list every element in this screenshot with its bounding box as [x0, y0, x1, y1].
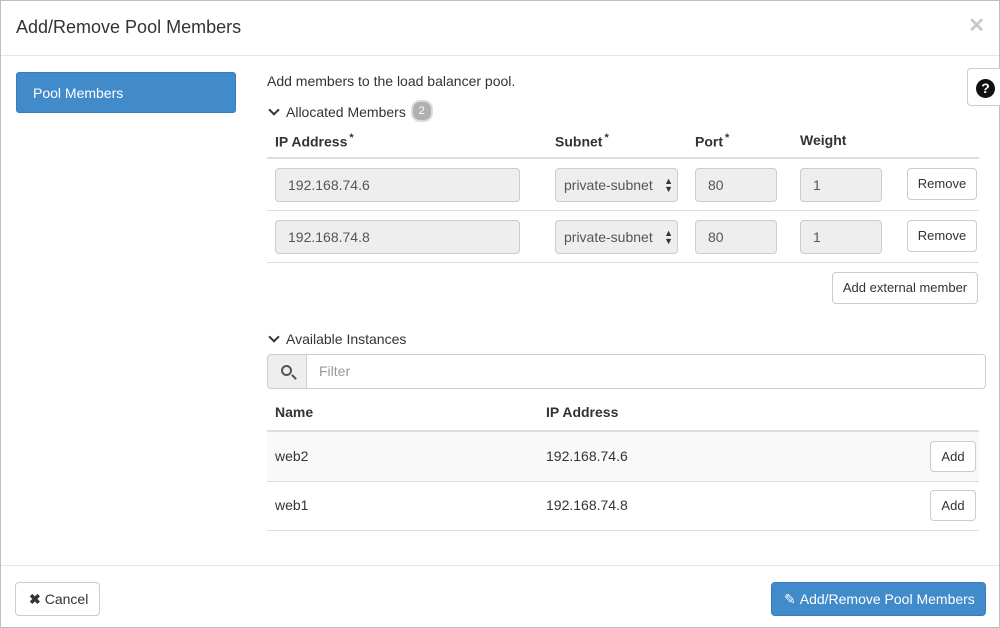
- search-icon: [281, 365, 292, 376]
- close-icon[interactable]: ✕: [968, 13, 985, 38]
- filter-input[interactable]: Filter: [306, 354, 986, 389]
- instance-name: web2: [275, 448, 309, 464]
- add-external-member-button[interactable]: Add external member: [832, 272, 978, 304]
- col-header-port: Port *: [695, 132, 730, 150]
- member-subnet-select[interactable]: private-subnet ▲ ▼: [555, 220, 678, 254]
- select-arrows-icon: ▲ ▼: [664, 176, 673, 194]
- cancel-button[interactable]: ✖ Cancel: [15, 582, 100, 616]
- member-port-field[interactable]: 80: [695, 168, 777, 202]
- modal-header: Add/Remove Pool Members ✕: [1, 1, 999, 56]
- member-ip-field[interactable]: 192.168.74.8: [275, 220, 520, 254]
- instance-ip: 192.168.74.6: [546, 448, 628, 464]
- cancel-label: Cancel: [44, 591, 89, 607]
- submit-button[interactable]: ✎ Add/Remove Pool Members: [771, 582, 986, 616]
- col-header-ip: IP Address *: [275, 132, 354, 150]
- add-instance-button[interactable]: Add: [930, 441, 976, 472]
- add-instance-button[interactable]: Add: [930, 490, 976, 521]
- select-arrows-icon: ▲ ▼: [664, 228, 673, 246]
- table-row: web1 192.168.74.8 Add: [267, 482, 979, 531]
- col-header-weight: Weight: [800, 132, 847, 148]
- member-row: 192.168.74.8 private-subnet ▲ ▼ 80 1 Remo…: [267, 211, 979, 263]
- step-pool-members[interactable]: Pool Members: [16, 72, 236, 113]
- intro-text: Add members to the load balancer pool.: [267, 73, 516, 89]
- chevron-down-icon: [268, 104, 280, 116]
- pencil-icon: ✎: [784, 591, 796, 607]
- instance-ip: 192.168.74.8: [546, 497, 628, 513]
- instance-name: web1: [275, 497, 309, 513]
- member-port-field[interactable]: 80: [695, 220, 777, 254]
- modal-title: Add/Remove Pool Members: [16, 17, 242, 37]
- modal-footer: ✖ Cancel ✎ Add/Remove Pool Members: [1, 565, 999, 627]
- member-weight-field[interactable]: 1: [800, 168, 882, 202]
- modal-dialog: Add/Remove Pool Members ✕ Pool Members ?…: [0, 0, 1000, 628]
- question-circle-icon: ?: [976, 79, 995, 98]
- table-row: web2 192.168.74.6 Add: [267, 432, 979, 481]
- col-header-subnet: Subnet *: [555, 132, 609, 150]
- row-divider: [267, 530, 979, 531]
- times-icon: ✖: [29, 591, 41, 607]
- remove-member-button[interactable]: Remove: [907, 220, 977, 252]
- chevron-down-icon: [268, 331, 280, 343]
- available-instances-toggle[interactable]: Available Instances: [267, 331, 406, 347]
- member-row: 192.168.74.6 private-subnet ▲ ▼ 80 1 Remo…: [267, 159, 979, 211]
- allocated-count-badge: 2: [410, 100, 433, 122]
- member-subnet-select[interactable]: private-subnet ▲ ▼: [555, 168, 678, 202]
- col-header-instance-ip: IP Address: [546, 404, 619, 420]
- filter-addon: [267, 354, 307, 389]
- col-header-name: Name: [275, 404, 314, 420]
- member-weight-field[interactable]: 1: [800, 220, 882, 254]
- help-button[interactable]: ?: [967, 68, 1000, 106]
- remove-member-button[interactable]: Remove: [907, 168, 977, 200]
- allocated-members-title: Allocated Members: [286, 104, 406, 120]
- available-instances-title: Available Instances: [286, 331, 407, 347]
- submit-label: Add/Remove Pool Members: [799, 591, 975, 607]
- row-divider: [267, 262, 979, 263]
- member-ip-field[interactable]: 192.168.74.6: [275, 168, 520, 202]
- allocated-members-toggle[interactable]: Allocated Members 2: [267, 100, 433, 122]
